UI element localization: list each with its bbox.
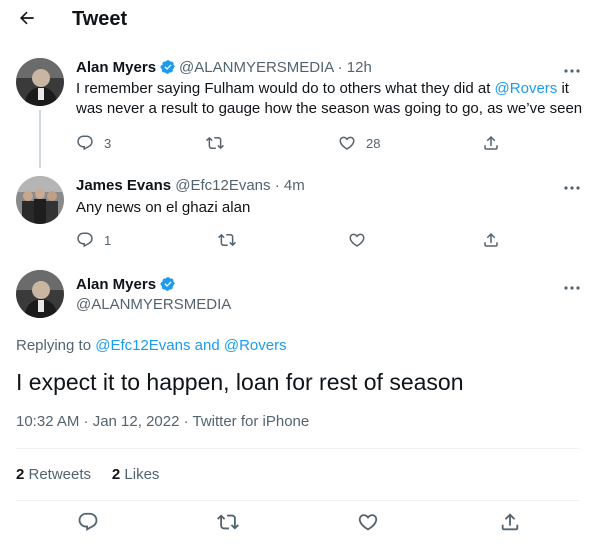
retweet-icon — [217, 511, 239, 538]
verified-badge-icon — [160, 276, 176, 296]
tweet-text: I remember saying Fulham would do to oth… — [76, 80, 583, 117]
tweet-text: Any news on el ghazi alan — [76, 199, 251, 216]
retweet-button[interactable] — [206, 134, 234, 152]
share-button[interactable] — [498, 512, 522, 536]
verified-badge-icon — [160, 59, 176, 79]
replying-to: Replying to @Efc12Evans and @Rovers — [16, 337, 287, 354]
tweet-timestamp[interactable]: 10:32 AM · Jan 12, 2022 · Twitter for iP… — [16, 413, 309, 430]
display-name[interactable]: James Evans — [76, 177, 171, 194]
share-icon — [482, 134, 500, 152]
more-options-button[interactable] — [560, 179, 584, 193]
heart-icon — [338, 134, 356, 152]
display-name[interactable]: Alan Myers — [76, 59, 156, 76]
retweet-icon — [218, 231, 236, 249]
more-options-button[interactable] — [560, 62, 584, 76]
header: Tweet — [0, 0, 596, 40]
reply-icon — [76, 231, 94, 249]
retweet-icon — [206, 134, 224, 152]
replying-to-link[interactable]: @Efc12Evans and @Rovers — [95, 337, 286, 354]
reply-count: 1 — [104, 232, 112, 248]
more-icon — [564, 277, 580, 295]
handle-time: @ALANMYERSMEDIA · 12h — [179, 59, 372, 76]
more-icon — [564, 177, 580, 195]
likes-stat[interactable]: 2 Likes — [112, 466, 160, 483]
tweet-header: James Evans @Efc12Evans · 4m — [76, 177, 305, 194]
share-button[interactable] — [482, 231, 500, 249]
reply-icon — [77, 511, 99, 538]
share-icon — [499, 511, 521, 538]
more-options-button[interactable] — [560, 279, 584, 293]
mention-link[interactable]: @Rovers — [495, 80, 558, 97]
divider — [16, 500, 580, 501]
reply-icon — [76, 134, 94, 152]
arrow-left-icon — [17, 8, 37, 33]
reply-count: 3 — [104, 135, 112, 151]
main-tweet-text: I expect it to happen, loan for rest of … — [16, 369, 464, 395]
like-button[interactable] — [348, 231, 376, 249]
handle: @ALANMYERSMEDIA — [76, 296, 232, 313]
share-icon — [482, 231, 500, 249]
like-button[interactable] — [356, 512, 380, 536]
like-button[interactable]: 28 — [338, 134, 380, 152]
reply-button[interactable]: 3 — [76, 134, 111, 152]
retweet-button[interactable] — [218, 231, 246, 249]
display-name[interactable]: Alan Myers — [76, 276, 156, 293]
retweets-stat[interactable]: 2 Retweets — [16, 466, 91, 483]
reply-button[interactable]: 1 — [76, 231, 111, 249]
retweet-button[interactable] — [216, 512, 240, 536]
tweet-header: Alan Myers — [76, 276, 179, 296]
page-title: Tweet — [72, 8, 128, 30]
tweet-stats: 2 Retweets 2 Likes — [16, 466, 159, 483]
heart-icon — [357, 511, 379, 538]
divider — [16, 448, 580, 449]
handle-time: @Efc12Evans · 4m — [175, 177, 305, 194]
more-icon — [564, 60, 580, 78]
reply-button[interactable] — [76, 512, 100, 536]
share-button[interactable] — [482, 134, 500, 152]
avatar[interactable] — [16, 270, 64, 318]
like-count: 28 — [366, 135, 381, 151]
avatar[interactable] — [16, 176, 64, 224]
thread-line — [39, 110, 41, 168]
heart-icon — [348, 231, 366, 249]
avatar[interactable] — [16, 58, 64, 106]
back-button[interactable] — [12, 5, 42, 35]
tweet-header: Alan Myers @ALANMYERSMEDIA · 12h — [76, 59, 372, 79]
